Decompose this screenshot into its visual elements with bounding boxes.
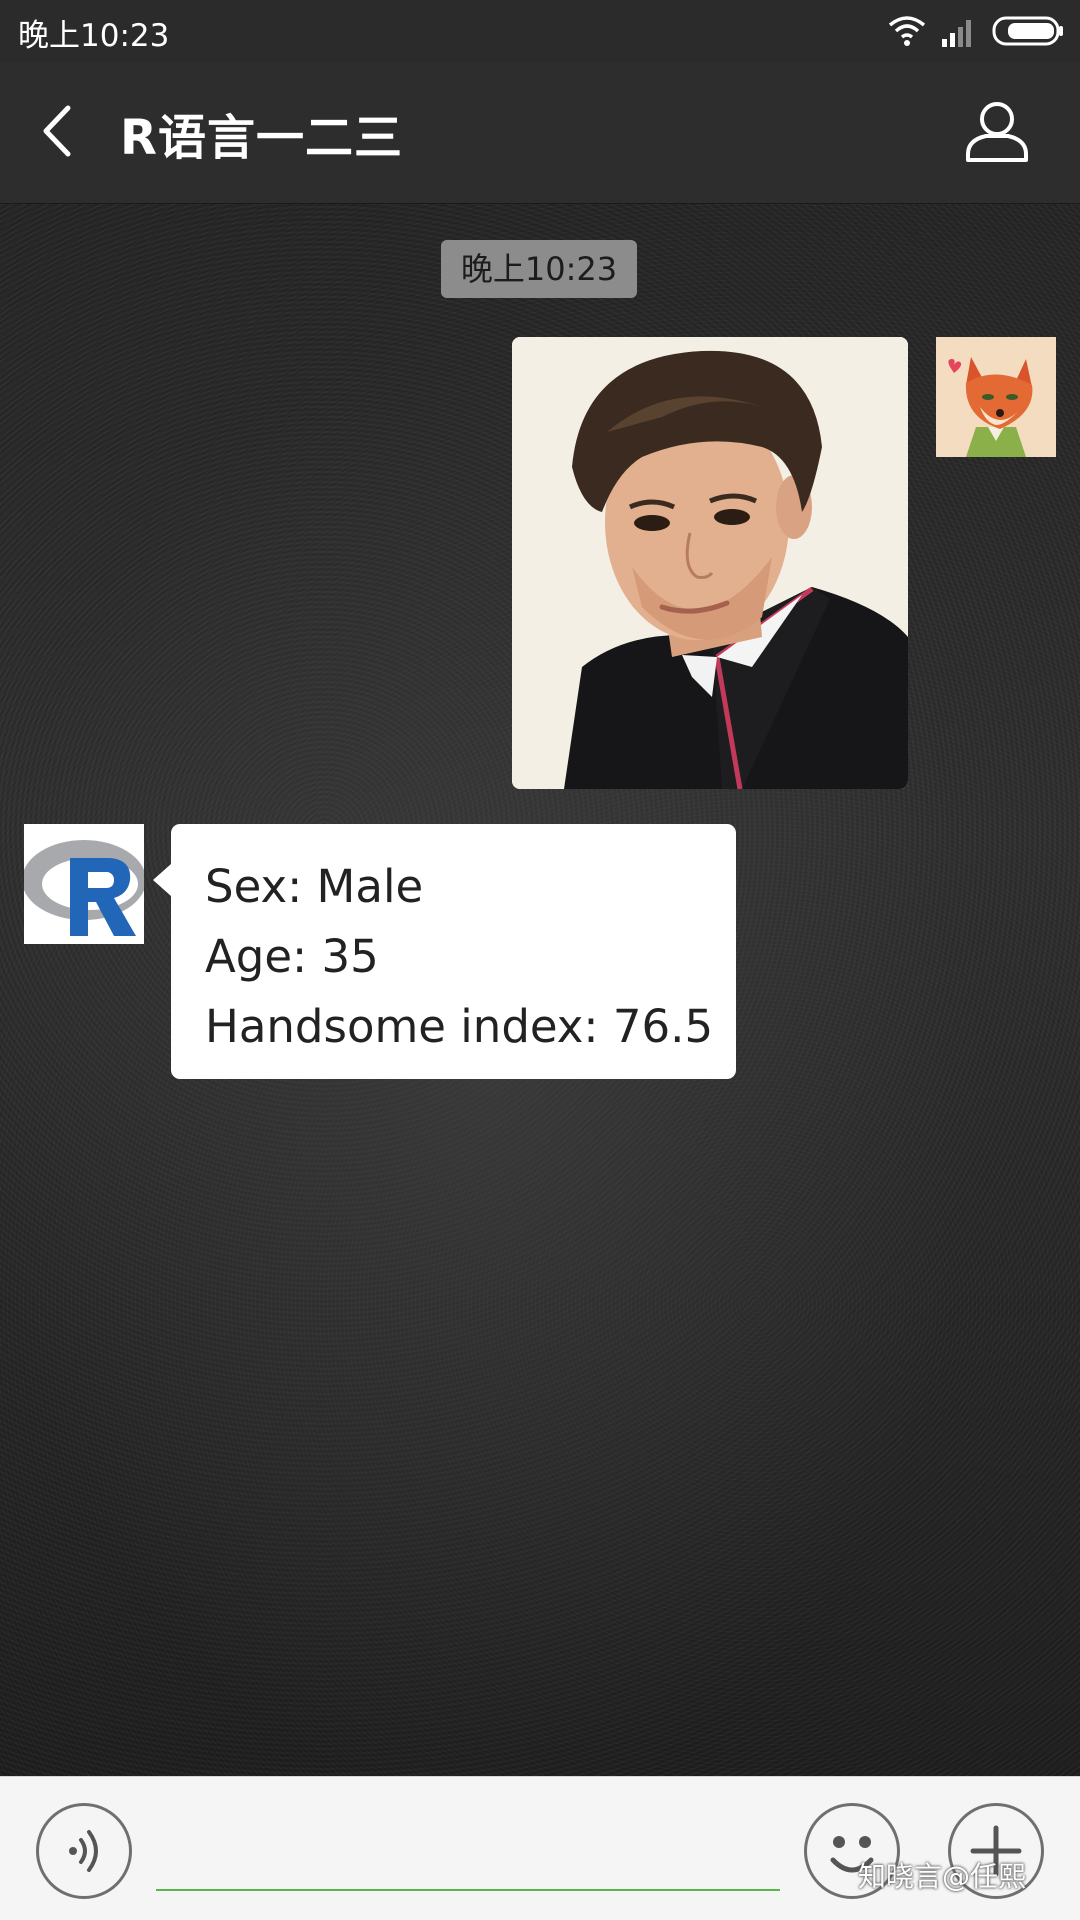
- battery-icon: [992, 16, 1063, 46]
- chat-area[interactable]: 晚上10:23 Sex: Male Age: 35 Handsome index…: [0, 204, 1080, 1776]
- sent-image-message[interactable]: [512, 337, 908, 789]
- person-icon: [966, 102, 1028, 162]
- chat-screen: 晚上10:23 R语言一二三 晚上10:23 Sex: Male Age: 35…: [0, 0, 1080, 1920]
- chat-info-button[interactable]: [964, 98, 1030, 164]
- chat-title: R语言一二三: [120, 110, 403, 166]
- back-arrow-icon: [43, 105, 71, 157]
- wifi-icon: [888, 16, 926, 46]
- status-bar: 晚上10:23: [0, 0, 1080, 62]
- message-line-handsome-index: Handsome index: 76.5: [205, 1000, 714, 1053]
- r-logo-icon: [24, 824, 144, 944]
- watermark: 知晓言@任熙: [858, 1860, 1027, 1893]
- status-icons: [888, 12, 1064, 50]
- portrait-photo: [512, 337, 908, 789]
- bot-avatar[interactable]: [24, 824, 144, 944]
- input-bar: 知晓言@任熙: [0, 1776, 1080, 1920]
- voice-button[interactable]: [36, 1803, 132, 1899]
- received-text-message[interactable]: Sex: Male Age: 35 Handsome index: 76.5: [153, 824, 736, 1079]
- message-timestamp: 晚上10:23: [441, 240, 637, 298]
- message-input[interactable]: [156, 1817, 780, 1891]
- message-line-age: Age: 35: [205, 930, 379, 983]
- message-line-sex: Sex: Male: [205, 860, 424, 913]
- voice-icon: [69, 1830, 98, 1872]
- back-button[interactable]: [38, 98, 78, 164]
- signal-icon: [942, 20, 971, 47]
- title-bar: R语言一二三: [0, 62, 1080, 204]
- fox-avatar-icon: [936, 337, 1056, 457]
- my-avatar[interactable]: [936, 337, 1056, 457]
- status-time: 晚上10:23: [18, 18, 170, 54]
